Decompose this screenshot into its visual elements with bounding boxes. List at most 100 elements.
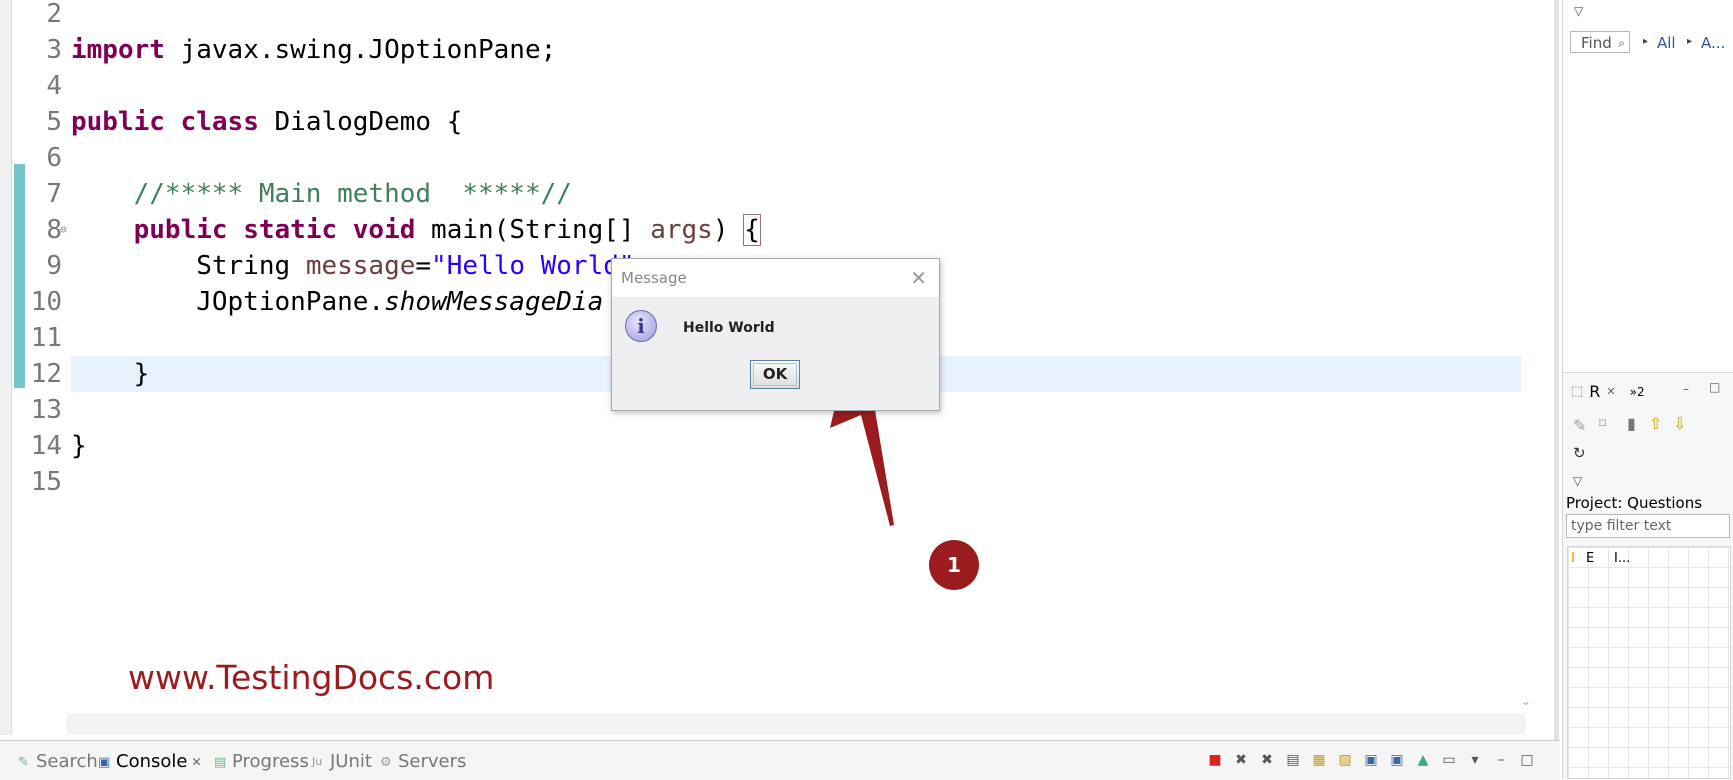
open-console-icon[interactable]: ▾	[1466, 751, 1484, 769]
scroll-down-chevron-icon[interactable]: ⌄	[1521, 694, 1531, 708]
code-token: public	[133, 215, 228, 245]
code-token: void	[352, 215, 416, 245]
show-stdout-icon[interactable]: ▣	[1362, 751, 1380, 769]
line-number: 3	[46, 35, 62, 65]
tab-junit[interactable]: Ju JUnit	[312, 751, 372, 772]
code-text: }	[71, 356, 150, 392]
code-line[interactable]: 14}	[0, 428, 1540, 464]
task-list-icon: ⬚	[1571, 384, 1584, 399]
code-line[interactable]: 5 public class DialogDemo {	[0, 104, 1540, 140]
table-col-2[interactable]: E	[1586, 551, 1594, 566]
filter-input[interactable]: type filter text	[1566, 514, 1730, 538]
code-token: class	[180, 107, 259, 137]
arrow-down-icon[interactable]: ⇩	[1673, 414, 1686, 433]
console-toolbar: ■ ✖ ✖ ▤ ▦ ▧ ▣ ▣ ▲ ▭ ▾ – □	[1206, 751, 1536, 769]
line-number: 10	[30, 287, 62, 317]
watermark: www.TestingDocs.com	[128, 658, 495, 697]
view-menu-chevron-icon[interactable]: ▽	[1573, 474, 1582, 488]
word-wrap-icon[interactable]: ▧	[1336, 751, 1354, 769]
remove-launch-icon[interactable]: ✖	[1232, 751, 1250, 769]
tab-search[interactable]: ✎ Search	[18, 751, 98, 772]
more-tabs-icon[interactable]: »2	[1630, 385, 1645, 399]
maximize-icon[interactable]: □	[1709, 380, 1720, 394]
table-col-3[interactable]: I...	[1614, 551, 1630, 566]
tab-progress-label: Progress	[232, 751, 309, 772]
right-side-panel: ▽ Find ⌕ ▸ All ▸ A... ⬚ R ✕ »2 – □ ✎ ⌑ ▮…	[1562, 0, 1733, 779]
line-number: 15	[30, 467, 62, 497]
dialog-title: Message	[621, 269, 687, 287]
tab-console[interactable]: ▣ Console ✕	[98, 751, 202, 772]
scroll-lock-icon[interactable]: ▦	[1310, 751, 1328, 769]
code-token: public	[71, 107, 165, 137]
terminate-icon[interactable]: ■	[1206, 751, 1224, 769]
line-number: 7	[46, 179, 62, 209]
code-text: //***** Main method *****//	[71, 176, 572, 212]
close-icon[interactable]: ✕	[910, 266, 927, 290]
progress-tab-icon: ▤	[214, 754, 227, 770]
code-line[interactable]: 2	[0, 0, 1540, 32]
remove-all-icon[interactable]: ✖	[1258, 751, 1276, 769]
arrow-up-icon[interactable]: ⇧	[1649, 414, 1662, 433]
caret-right-icon: ▸	[1687, 36, 1693, 47]
ok-button[interactable]: OK	[750, 360, 800, 389]
code-token: }	[71, 431, 87, 461]
code-token: javax.swing.JOptionPane;	[164, 35, 557, 65]
tab-servers[interactable]: ⚙ Servers	[380, 751, 466, 772]
show-stderr-icon[interactable]: ▣	[1388, 751, 1406, 769]
code-line[interactable]: 4	[0, 68, 1540, 104]
tab-close-icon[interactable]: ✕	[191, 755, 201, 769]
code-text: public static void main(String[] args) {	[71, 212, 761, 248]
delete-icon[interactable]: ▮	[1627, 414, 1636, 433]
junit-tab-icon: Ju	[312, 754, 323, 768]
code-text: }	[71, 428, 87, 464]
code-token: //***** Main method *****//	[71, 179, 572, 209]
code-token: main(String[]	[415, 215, 651, 245]
outline-panel: ▽ Find ⌕ ▸ All ▸ A...	[1563, 0, 1733, 373]
view-menu-chevron-icon[interactable]: ▽	[1574, 4, 1583, 18]
find-input[interactable]: Find ⌕	[1570, 31, 1630, 53]
tab-progress[interactable]: ▤ Progress	[214, 751, 309, 772]
link-all[interactable]: All	[1657, 34, 1676, 52]
line-number: 8	[46, 215, 62, 245]
console-tab-icon: ▣	[98, 754, 111, 770]
tab-r[interactable]: R	[1589, 382, 1600, 401]
edit-pencil-icon[interactable]: ✎	[1573, 416, 1586, 435]
horizontal-scrollbar[interactable]	[66, 713, 1526, 735]
code-token: }	[71, 359, 150, 389]
code-token: String	[71, 251, 306, 281]
code-line[interactable]: 15	[0, 464, 1540, 500]
code-line[interactable]: 7 //***** Main method *****//	[0, 176, 1540, 212]
clear-console-icon[interactable]: ▤	[1284, 751, 1302, 769]
code-token: import	[71, 35, 165, 65]
code-line[interactable]: 6	[0, 140, 1540, 176]
display-console-icon[interactable]: ▭	[1440, 751, 1458, 769]
maximize-icon[interactable]: □	[1518, 751, 1536, 769]
code-token: args	[650, 215, 713, 245]
table-col-1[interactable]: I	[1571, 551, 1575, 566]
line-number: 2	[46, 0, 62, 29]
refresh-icon[interactable]: ↻	[1573, 444, 1586, 462]
fold-icon[interactable]: ⊖	[60, 224, 67, 236]
task-table[interactable]: I E I...	[1567, 546, 1731, 779]
minimize-icon[interactable]: –	[1492, 751, 1510, 769]
dialog-title-bar[interactable]: Message ✕	[612, 259, 939, 297]
minimize-icon[interactable]: –	[1683, 382, 1689, 396]
tab-close-icon[interactable]: ✕	[1606, 385, 1615, 398]
code-token: showMessageDia	[384, 287, 604, 317]
code-line[interactable]: 8 ⊖ public static void main(String[] args…	[0, 212, 1540, 248]
line-number: 9	[46, 251, 62, 281]
code-token: DialogDemo {	[258, 107, 463, 137]
pin-console-icon[interactable]: ▲	[1414, 751, 1432, 769]
link-a[interactable]: A...	[1701, 34, 1725, 52]
tab-search-label: Search	[36, 751, 98, 772]
message-dialog[interactable]: Message ✕ i Hello World OK	[611, 258, 940, 411]
line-number: 14	[30, 431, 62, 461]
code-line[interactable]: 3 import javax.swing.JOptionPane;	[0, 32, 1540, 68]
line-number: 12	[30, 359, 62, 389]
code-token: {	[743, 214, 761, 246]
bottom-tab-bar: ✎ Search ▣ Console ✕ ▤ Progress Ju JUnit…	[0, 740, 1560, 780]
new-task-icon[interactable]: ⌑	[1599, 416, 1606, 432]
